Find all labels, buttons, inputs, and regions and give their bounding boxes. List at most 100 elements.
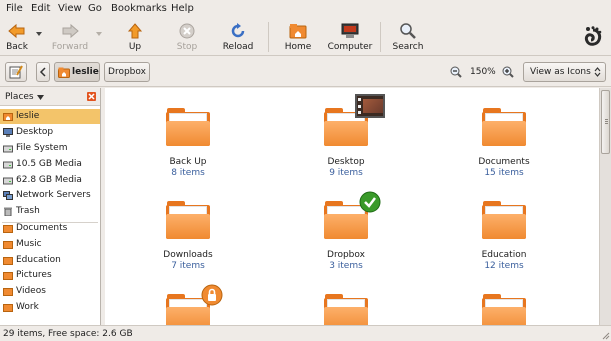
file-item-count: 12 items [484,261,524,271]
folder-icon [3,288,13,296]
file-item-downloads[interactable]: Downloads 7 items [133,181,243,276]
sidebar-item-education[interactable]: Education [0,253,100,268]
computer-icon [341,23,359,39]
sidebar-item-label: Music [16,239,42,249]
location-bar: leslie Dropbox 150% View as Icons [0,57,611,87]
home-label: Home [284,42,312,52]
up-button[interactable]: Up [118,18,152,56]
folder-icon [482,199,526,239]
folder-icon [324,292,368,325]
toolbar-separator [268,22,269,52]
toolbar-separator [380,22,381,52]
file-name: Downloads [163,250,213,260]
sidebar-item-work[interactable]: Work [0,300,100,315]
back-history-chevron-icon[interactable] [36,32,42,36]
file-item-count: 15 items [484,168,524,178]
file-name: Desktop [327,157,365,167]
back-label: Back [6,42,28,52]
sidebar-item-label: Pictures [16,270,52,280]
forward-label: Forward [51,42,89,52]
back-button[interactable]: Back [2,18,32,56]
file-item-count: 9 items [329,168,363,178]
resize-grip-icon[interactable] [600,330,610,340]
sidebar-item-videos[interactable]: Videos [0,284,100,299]
stop-button[interactable]: Stop [170,18,204,56]
sidebar-item-leslie[interactable]: leslie [0,109,100,124]
file-item-back-up[interactable]: Back Up 8 items [133,88,243,183]
zoom-in-icon[interactable] [502,66,514,78]
zoom-level[interactable]: 150% [470,66,496,78]
sidebar-item-label: Network Servers [16,190,91,200]
sidebar-item-music[interactable]: Music [0,237,100,252]
gnome-logo-icon [583,26,603,48]
sidebar-item-label: leslie [16,111,40,121]
forward-arrow-icon [61,23,79,39]
menu-view[interactable]: View [58,2,82,16]
sidebar-item-label: Education [16,255,61,265]
menu-help[interactable]: Help [171,2,194,16]
trash-icon [4,207,12,216]
file-item-count: 8 items [171,168,205,178]
chevron-down-icon[interactable] [37,95,44,100]
forward-history-chevron-icon[interactable] [96,32,102,36]
close-sidebar-icon[interactable] [87,92,96,101]
sidebar-title[interactable]: Places [5,91,34,103]
file-item-documents[interactable]: Documents 15 items [449,88,559,183]
file-item-folder[interactable] [291,274,401,325]
toggle-location-button[interactable] [5,62,27,82]
check-emblem-icon [359,191,381,213]
home-button[interactable]: Home [280,18,316,56]
edit-location-icon [9,65,23,79]
file-item-locked-folder[interactable] [133,274,243,325]
sidebar-item-label: 62.8 GB Media [16,175,82,185]
search-button[interactable]: Search [390,18,426,56]
menu-edit[interactable]: Edit [31,2,50,16]
reload-icon [229,23,247,39]
file-item-education[interactable]: Education 12 items [449,181,559,276]
vertical-scrollbar[interactable] [599,88,611,325]
chevron-left-icon [39,67,46,77]
computer-button[interactable]: Computer [326,18,374,56]
sidebar-item-network[interactable]: Network Servers [0,188,100,203]
folder-icon [482,292,526,325]
scrollbar-thumb[interactable] [601,90,610,154]
file-item-folder[interactable] [449,274,559,325]
reload-label: Reload [222,42,254,52]
sidebar-item-media-62[interactable]: 62.8 GB Media [0,173,100,188]
zoom-out-icon[interactable] [450,66,462,78]
menu-bookmarks[interactable]: Bookmarks [111,2,167,16]
file-item-count: 7 items [171,261,205,271]
file-item-desktop[interactable]: Desktop 9 items [291,88,401,183]
sidebar-item-label: Desktop [16,127,54,137]
sidebar-item-desktop[interactable]: Desktop [0,125,100,140]
file-name: Back Up [169,157,207,167]
file-name: Education [481,250,527,260]
sidebar-item-media-10[interactable]: 10.5 GB Media [0,157,100,172]
menu-go[interactable]: Go [88,2,102,16]
forward-button[interactable]: Forward [50,18,90,56]
path-button-dropbox[interactable]: Dropbox [104,62,150,82]
folder-icon [3,272,13,280]
sidebar-item-label: Videos [16,286,46,296]
sidebar-item-pictures[interactable]: Pictures [0,268,100,283]
menu-bar: File Edit View Go Bookmarks Help [0,0,611,18]
file-item-count: 3 items [329,261,363,271]
folder-icon [3,241,13,249]
reload-button[interactable]: Reload [220,18,256,56]
chevron-updown-icon [594,67,601,77]
view-mode-select[interactable]: View as Icons [523,62,606,82]
path-scroll-left-button[interactable] [36,62,50,82]
sidebar-item-trash[interactable]: Trash [0,204,100,219]
menu-file[interactable]: File [6,2,23,16]
file-item-dropbox[interactable]: Dropbox 3 items [291,181,401,276]
path-leslie-label: leslie [72,67,99,77]
sidebar-item-file-system[interactable]: File System [0,141,100,156]
file-name: Dropbox [327,250,365,260]
sidebar-item-label: Work [16,302,39,312]
drive-icon [3,177,13,185]
sidebar-item-documents[interactable]: Documents [0,221,100,236]
folder-icon [482,106,526,146]
lock-emblem-icon [201,284,223,306]
path-button-leslie[interactable]: leslie [54,62,100,82]
sidebar-header: Places [0,88,100,106]
